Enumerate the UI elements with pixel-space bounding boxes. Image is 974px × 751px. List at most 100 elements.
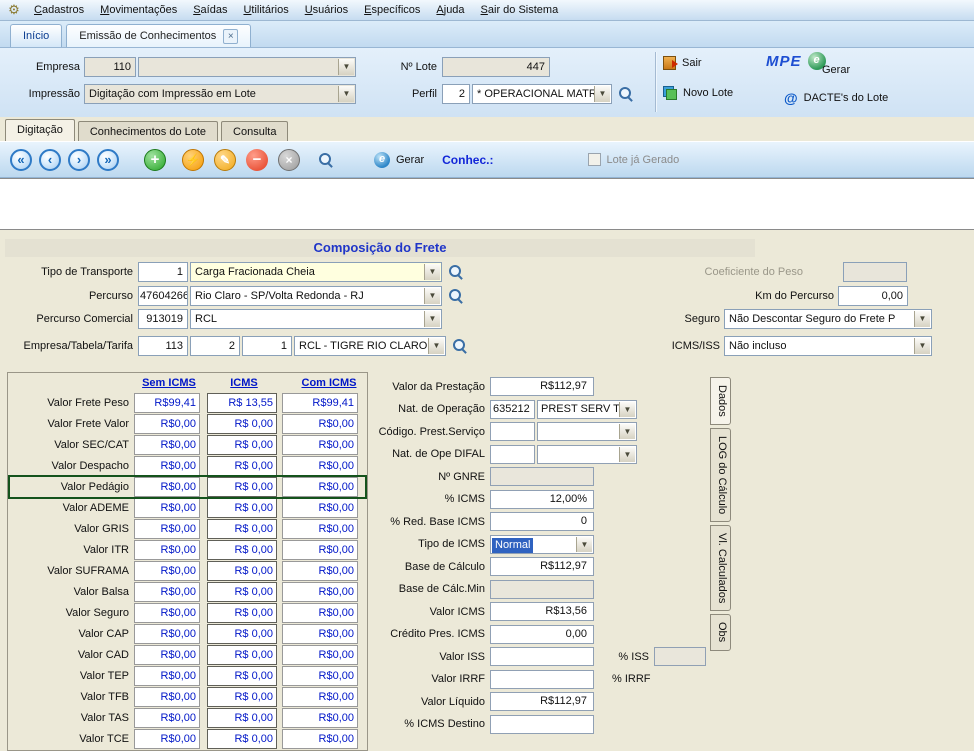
values-cell-sem-icms[interactable]: R$0,00 xyxy=(134,603,200,623)
calc-value-field[interactable] xyxy=(490,670,594,689)
calc-value-field[interactable] xyxy=(490,647,594,666)
values-cell-icms[interactable]: R$ 0,00 xyxy=(207,561,277,581)
perfil-combo[interactable]: * OPERACIONAL MATRIZ ▼ xyxy=(472,84,612,104)
values-cell-sem-icms[interactable]: R$0,00 xyxy=(134,582,200,602)
menu-item-2[interactable]: Saídas xyxy=(185,1,235,19)
close-tab-icon[interactable]: × xyxy=(223,29,238,44)
percurso-search-icon[interactable] xyxy=(448,288,464,304)
perfil-search-icon[interactable] xyxy=(618,86,634,102)
values-cell-com-icms[interactable]: R$99,41 xyxy=(282,393,358,413)
empresa-combo[interactable]: ▼ xyxy=(138,57,356,77)
dropdown-arrow-icon[interactable]: ▼ xyxy=(424,311,440,327)
calc-value-field[interactable]: R$112,97 xyxy=(490,557,594,576)
nav-first-button[interactable]: « xyxy=(10,149,32,171)
values-cell-icms[interactable]: R$ 0,00 xyxy=(207,519,277,539)
calc-combo[interactable]: ▼ xyxy=(537,445,637,464)
calc-value-field[interactable]: 0 xyxy=(490,512,594,531)
dacte-button[interactable]: @ DACTE's do Lote xyxy=(784,90,888,106)
dropdown-arrow-icon[interactable]: ▼ xyxy=(424,288,440,304)
values-cell-icms[interactable]: R$ 0,00 xyxy=(207,645,277,665)
values-cell-com-icms[interactable]: R$0,00 xyxy=(282,708,358,728)
dropdown-arrow-icon[interactable]: ▼ xyxy=(619,447,635,462)
values-cell-icms[interactable]: R$ 0,00 xyxy=(207,477,277,497)
dropdown-arrow-icon[interactable]: ▼ xyxy=(619,402,635,417)
values-cell-sem-icms[interactable]: R$0,00 xyxy=(134,624,200,644)
calc-extra-field[interactable] xyxy=(654,647,706,666)
values-cell-com-icms[interactable]: R$0,00 xyxy=(282,456,358,476)
values-cell-sem-icms[interactable]: R$0,00 xyxy=(134,708,200,728)
side-tab-2[interactable]: Vl. Calculados xyxy=(710,525,731,611)
values-cell-icms[interactable]: R$ 0,00 xyxy=(207,435,277,455)
sair-button[interactable]: Sair xyxy=(663,56,702,70)
seguro-combo[interactable]: Não Descontar Seguro do Frete P ▼ xyxy=(724,309,932,329)
gerar-toolbar-button[interactable]: e Gerar xyxy=(374,152,424,168)
calc-value-field[interactable] xyxy=(490,580,594,599)
values-cell-sem-icms[interactable]: R$0,00 xyxy=(134,498,200,518)
page-tab-0[interactable]: Digitação xyxy=(5,119,75,141)
values-cell-sem-icms[interactable]: R$0,00 xyxy=(134,729,200,749)
cancel-button[interactable]: × xyxy=(278,149,300,171)
nav-next-button[interactable]: › xyxy=(68,149,90,171)
lote-ja-gerado-checkbox[interactable]: Lote já Gerado xyxy=(588,153,679,166)
values-cell-sem-icms[interactable]: R$0,00 xyxy=(134,561,200,581)
values-cell-com-icms[interactable]: R$0,00 xyxy=(282,414,358,434)
coef-peso-field[interactable] xyxy=(843,262,907,282)
values-cell-sem-icms[interactable]: R$0,00 xyxy=(134,687,200,707)
menu-item-5[interactable]: Específicos xyxy=(356,1,428,19)
values-cell-com-icms[interactable]: R$0,00 xyxy=(282,603,358,623)
search-icon[interactable] xyxy=(318,152,334,168)
values-cell-com-icms[interactable]: R$0,00 xyxy=(282,540,358,560)
calc-value-field[interactable]: R$13,56 xyxy=(490,602,594,621)
values-cell-icms[interactable]: R$ 0,00 xyxy=(207,582,277,602)
ett-tarifa-field[interactable]: 1 xyxy=(242,336,292,356)
values-cell-sem-icms[interactable]: R$99,41 xyxy=(134,393,200,413)
conhecimento-edit-area[interactable] xyxy=(0,178,974,230)
percurso-comercial-combo[interactable]: RCL ▼ xyxy=(190,309,442,329)
calc-code-field[interactable] xyxy=(490,422,535,441)
km-percurso-field[interactable]: 0,00 xyxy=(838,286,908,306)
values-cell-sem-icms[interactable]: R$0,00 xyxy=(134,519,200,539)
side-tab-3[interactable]: Obs xyxy=(710,614,731,650)
calc-code-field[interactable] xyxy=(490,445,535,464)
values-cell-icms[interactable]: R$ 0,00 xyxy=(207,498,277,518)
tab-emissao-de-conhecimentos[interactable]: Emissão de Conhecimentos × xyxy=(66,24,251,47)
values-cell-sem-icms[interactable]: R$0,00 xyxy=(134,456,200,476)
values-cell-icms[interactable]: R$ 0,00 xyxy=(207,687,277,707)
dropdown-arrow-icon[interactable]: ▼ xyxy=(576,537,592,552)
novo-lote-button[interactable]: Novo Lote xyxy=(663,86,733,100)
nav-last-button[interactable]: » xyxy=(97,149,119,171)
values-cell-com-icms[interactable]: R$0,00 xyxy=(282,624,358,644)
calc-value-field[interactable]: R$112,97 xyxy=(490,377,594,396)
lote-field[interactable]: 447 xyxy=(442,57,550,77)
values-cell-icms[interactable]: R$ 0,00 xyxy=(207,729,277,749)
values-cell-com-icms[interactable]: R$0,00 xyxy=(282,477,358,497)
values-cell-sem-icms[interactable]: R$0,00 xyxy=(134,666,200,686)
percurso-comercial-code-field[interactable]: 913019 xyxy=(138,309,188,329)
tab-inicio[interactable]: Início xyxy=(10,24,62,47)
values-cell-icms[interactable]: R$ 0,00 xyxy=(207,456,277,476)
values-cell-icms[interactable]: R$ 0,00 xyxy=(207,414,277,434)
values-cell-com-icms[interactable]: R$0,00 xyxy=(282,729,358,749)
dropdown-arrow-icon[interactable]: ▼ xyxy=(424,264,440,280)
menu-item-1[interactable]: Movimentações xyxy=(92,1,185,19)
quick-post-button[interactable]: ⚡ xyxy=(182,149,204,171)
icms-iss-combo[interactable]: Não incluso ▼ xyxy=(724,336,932,356)
page-tab-2[interactable]: Consulta xyxy=(221,121,288,141)
values-cell-sem-icms[interactable]: R$0,00 xyxy=(134,540,200,560)
values-cell-icms[interactable]: R$ 0,00 xyxy=(207,624,277,644)
dropdown-arrow-icon[interactable]: ▼ xyxy=(338,59,354,75)
values-cell-icms[interactable]: R$ 0,00 xyxy=(207,708,277,728)
dropdown-arrow-icon[interactable]: ▼ xyxy=(338,86,354,102)
ett-search-icon[interactable] xyxy=(452,338,468,354)
percurso-code-field[interactable]: 47604266 xyxy=(138,286,188,306)
calc-code-field[interactable]: 635212 xyxy=(490,400,535,419)
values-cell-com-icms[interactable]: R$0,00 xyxy=(282,498,358,518)
menu-item-0[interactable]: Cadastros xyxy=(26,1,92,19)
calc-combo[interactable]: Normal▼ xyxy=(490,535,594,554)
empresa-field[interactable]: 110 xyxy=(84,57,136,77)
side-tab-1[interactable]: LOG do Cálculo xyxy=(710,428,731,522)
calc-combo[interactable]: ▼ xyxy=(537,422,637,441)
values-cell-sem-icms[interactable]: R$0,00 xyxy=(134,645,200,665)
values-cell-sem-icms[interactable]: R$0,00 xyxy=(134,435,200,455)
calc-value-field[interactable]: 12,00% xyxy=(490,490,594,509)
